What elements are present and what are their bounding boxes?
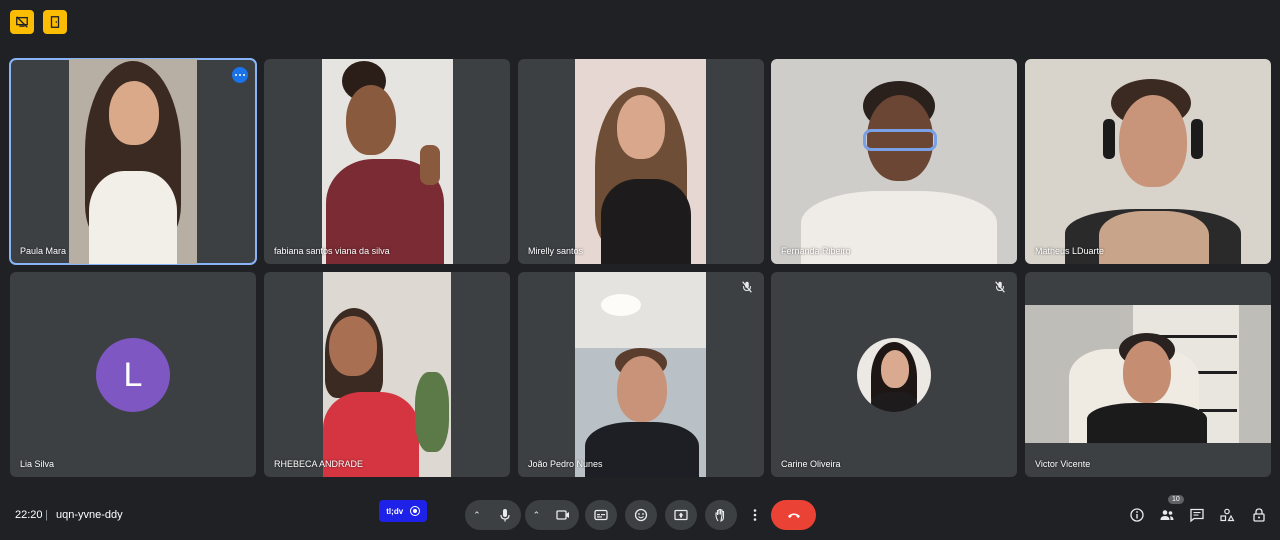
host-controls-button[interactable] bbox=[1250, 506, 1268, 524]
activities-icon bbox=[1220, 508, 1235, 522]
mic-icon[interactable] bbox=[497, 507, 513, 523]
participant-name: Matheus LDuarte bbox=[1035, 246, 1105, 256]
participant-tile-joao[interactable]: João Pedro Nunes bbox=[518, 272, 764, 477]
end-call-icon bbox=[787, 513, 800, 518]
captions-icon bbox=[594, 509, 608, 521]
record-icon bbox=[409, 506, 420, 516]
participant-tile-fabiana[interactable]: fabiana santos viana da silva bbox=[264, 59, 510, 264]
participant-tile-matheus[interactable]: Matheus LDuarte bbox=[1025, 59, 1271, 264]
chat-icon bbox=[1190, 508, 1204, 523]
raise-hand-icon bbox=[715, 508, 725, 522]
people-icon bbox=[1160, 510, 1174, 520]
participant-tile-fernanda[interactable]: Fernanda Ribeiro bbox=[771, 59, 1017, 264]
video-feed bbox=[1025, 305, 1271, 443]
avatar bbox=[857, 338, 931, 412]
tldv-label: tl;dv bbox=[386, 506, 404, 516]
video-feed bbox=[575, 272, 706, 477]
activities-button[interactable] bbox=[1218, 506, 1236, 524]
captions-button[interactable] bbox=[585, 500, 617, 530]
camera-caret[interactable]: ⌃ bbox=[533, 510, 541, 521]
info-icon bbox=[1130, 508, 1144, 522]
participant-name: Victor Vicente bbox=[1035, 459, 1091, 469]
avatar: L bbox=[96, 338, 170, 412]
participant-tile-rhebeca[interactable]: RHEBECA ANDRADE bbox=[264, 272, 510, 477]
camera-icon[interactable] bbox=[555, 507, 571, 523]
video-feed bbox=[69, 59, 197, 264]
emoji-button[interactable] bbox=[625, 500, 657, 530]
participant-name: fabiana santos viana da silva bbox=[274, 246, 390, 256]
raise-hand-button[interactable] bbox=[705, 500, 737, 530]
mic-off-icon bbox=[742, 281, 752, 293]
participant-name: Carine Oliveira bbox=[781, 459, 841, 469]
video-feed bbox=[323, 272, 451, 477]
participant-tile-paula[interactable]: Paula Mara bbox=[9, 58, 257, 265]
camera-control-group: ⌃ bbox=[525, 500, 579, 530]
participant-name: João Pedro Nunes bbox=[528, 459, 603, 469]
meeting-time: 22:20 bbox=[15, 509, 43, 521]
video-feed bbox=[322, 59, 453, 264]
mic-off-icon bbox=[995, 281, 1005, 293]
present-button[interactable] bbox=[665, 500, 697, 530]
video-feed bbox=[1025, 59, 1271, 264]
participant-tile-mirelly[interactable]: Mirelly santos bbox=[518, 59, 764, 264]
video-feed bbox=[575, 59, 706, 264]
meeting-code: uqn-yvne-ddy bbox=[56, 509, 123, 521]
people-button[interactable] bbox=[1158, 506, 1176, 524]
participant-name: RHEBECA ANDRADE bbox=[274, 459, 364, 469]
video-feed bbox=[771, 59, 1017, 264]
more-options-button[interactable] bbox=[745, 500, 765, 530]
mic-control-group: ⌃ bbox=[465, 500, 521, 530]
meeting-info-button[interactable] bbox=[1128, 506, 1146, 524]
control-bar: 22:20 | uqn-yvne-ddy tl;dv ⌃ ⌃ 10 bbox=[0, 490, 1280, 540]
participant-name: Lia Silva bbox=[20, 459, 55, 469]
participant-tile-victor[interactable]: Victor Vicente bbox=[1025, 272, 1271, 477]
leave-door-icon[interactable] bbox=[43, 10, 67, 34]
present-screen-icon bbox=[674, 509, 688, 521]
host-controls-icon bbox=[1253, 508, 1265, 522]
tldv-recorder-button[interactable]: tl;dv bbox=[379, 500, 427, 522]
end-call-button[interactable] bbox=[771, 500, 816, 530]
emoji-icon bbox=[634, 508, 648, 522]
participant-tile-lia[interactable]: L Lia Silva bbox=[10, 272, 256, 477]
participant-name: Paula Mara bbox=[20, 246, 67, 256]
chat-button[interactable] bbox=[1188, 506, 1206, 524]
participant-name: Mirelly santos bbox=[528, 246, 584, 256]
participants-count-badge: 10 bbox=[1168, 495, 1184, 504]
participant-name: Fernanda Ribeiro bbox=[781, 246, 851, 256]
more-options-button[interactable] bbox=[232, 67, 248, 83]
separator: | bbox=[45, 509, 48, 521]
no-screen-share-icon[interactable] bbox=[10, 10, 34, 34]
more-options-icon bbox=[753, 509, 757, 521]
mic-caret[interactable]: ⌃ bbox=[473, 510, 481, 521]
participant-tile-carine[interactable]: Carine Oliveira bbox=[771, 272, 1017, 477]
